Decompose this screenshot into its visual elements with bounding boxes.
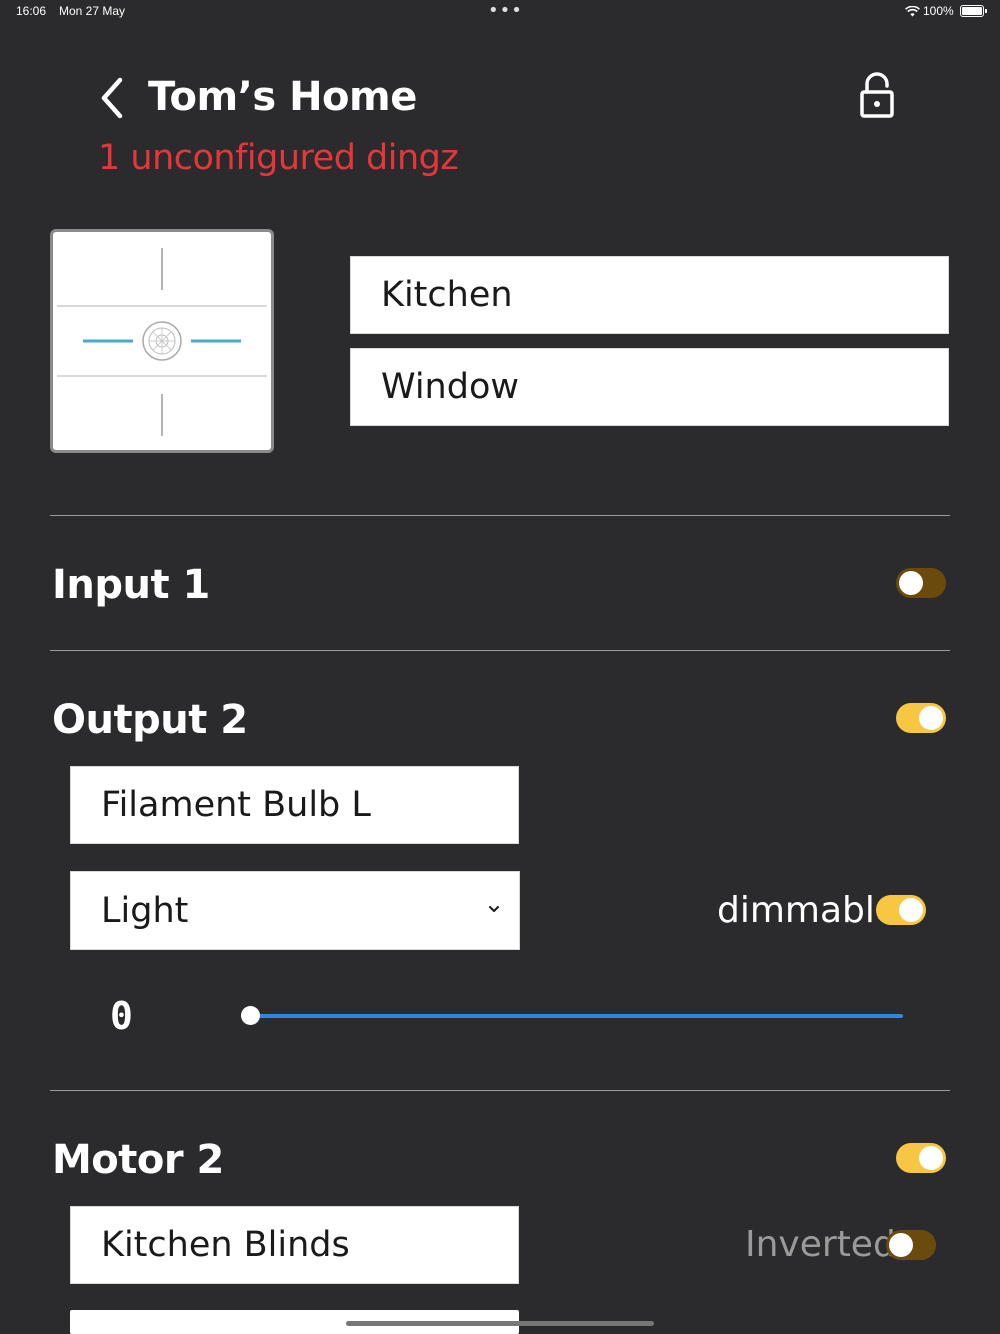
dimmable-toggle[interactable] (876, 895, 926, 925)
dimmer-slider-track[interactable] (250, 1014, 903, 1018)
dimmer-level-value: 0 (110, 994, 133, 1038)
divider (50, 1090, 950, 1091)
page-title: Tom’s Home (148, 74, 417, 120)
motor2-toggle[interactable] (896, 1143, 946, 1173)
input1-title: Input 1 (52, 562, 210, 608)
dimmer-slider-thumb[interactable] (241, 1006, 260, 1025)
output2-toggle[interactable] (896, 703, 946, 733)
inverted-label: Inverted (745, 1224, 896, 1265)
motor2-title: Motor 2 (52, 1137, 224, 1183)
output2-title: Output 2 (52, 697, 248, 743)
battery-percent: 100% (923, 4, 954, 18)
chevron-down-icon (489, 906, 499, 912)
device-name-field[interactable]: Window (350, 348, 949, 426)
multitasking-dots-icon[interactable]: ••• (488, 0, 523, 21)
input1-toggle[interactable] (896, 568, 946, 598)
room-field[interactable]: Kitchen (350, 256, 949, 334)
wifi-icon (905, 6, 920, 17)
status-time: 16:06 (16, 4, 47, 18)
unlock-icon[interactable] (856, 72, 898, 122)
home-indicator[interactable] (346, 1321, 654, 1326)
chevron-left-icon[interactable] (96, 76, 132, 120)
output-name-field[interactable]: Filament Bulb L (70, 766, 519, 844)
battery-icon (960, 5, 987, 17)
dingz-device-image[interactable] (50, 229, 274, 453)
motor-name-field[interactable]: Kitchen Blinds (70, 1206, 519, 1284)
status-date: Mon 27 May (59, 4, 126, 18)
divider (50, 650, 950, 651)
unconfigured-dingz-link[interactable]: 1 unconfigured dingz (98, 138, 459, 178)
dingz-diagram (57, 248, 267, 436)
output-type-value: Light (101, 890, 189, 931)
inverted-toggle[interactable] (886, 1230, 936, 1260)
dimmable-label: dimmable (717, 890, 898, 931)
divider (50, 515, 950, 516)
output-type-select[interactable]: Light (70, 871, 520, 950)
